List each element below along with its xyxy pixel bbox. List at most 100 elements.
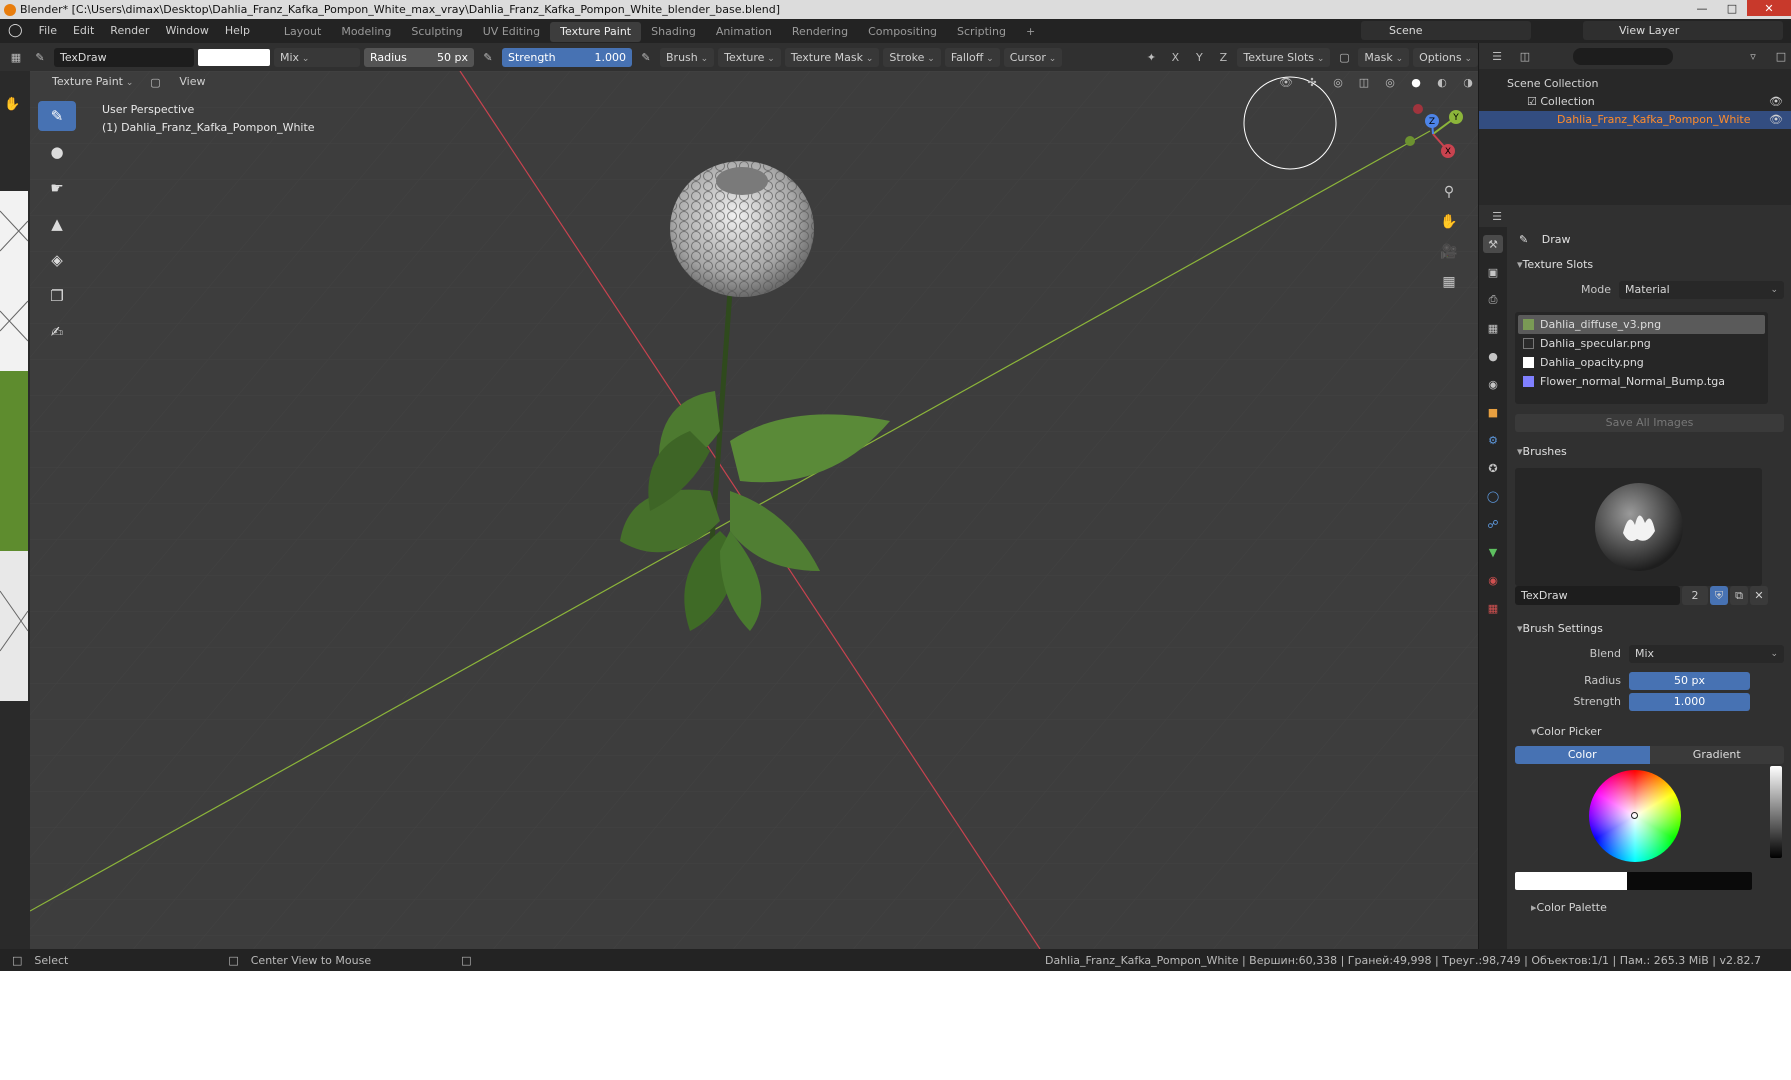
blend-dropdown[interactable]: Mix [274,47,360,67]
modifier-tab-icon[interactable]: ⚙ [1483,431,1503,449]
brush-name-input[interactable]: TexDraw [1515,586,1680,605]
options-dropdown[interactable]: Options [1413,47,1478,67]
menu-window[interactable]: Window [157,19,216,43]
3d-viewport[interactable]: Texture Paint ▢ View 👁 ✣ ◎ ◫ ◎ ● ◐ ◑ ✎ ●… [30,71,1478,949]
tab-shading[interactable]: Shading [641,22,706,42]
outliner-object[interactable]: Dahlia_Franz_Kafka_Pompon_White 👁 [1479,111,1791,129]
brush-color-swatch[interactable] [198,48,270,66]
menu-file[interactable]: File [31,19,65,43]
color-tab[interactable]: Color [1515,746,1650,764]
brush-users-count[interactable]: 2 [1682,586,1708,605]
texture-slots-panel-header[interactable]: Texture Slots [1509,253,1791,277]
radius-pressure-icon[interactable]: ✎ [478,48,498,67]
color-wheel[interactable] [1589,770,1681,862]
brush-settings-panel-header[interactable]: Brush Settings [1509,617,1791,641]
menu-stroke[interactable]: Stroke [883,47,941,67]
mask-checkbox[interactable]: ▢ [1334,48,1354,67]
display-mode-icon[interactable]: ◫ [1515,47,1535,66]
shading-material-icon[interactable]: ◐ [1432,73,1452,92]
object-tab-icon[interactable]: ■ [1483,403,1503,421]
tab-animation[interactable]: Animation [706,22,782,42]
menu-texture[interactable]: Texture [718,47,781,67]
texture-slot-item[interactable]: Dahlia_diffuse_v3.png [1518,315,1765,334]
tab-compositing[interactable]: Compositing [858,22,947,42]
color-picker-panel-header[interactable]: Color Picker [1509,720,1791,744]
outliner-editor-icon[interactable]: ☰ [1487,47,1507,66]
tab-layout[interactable]: Layout [274,22,331,42]
ortho-grid-icon[interactable]: ▦ [1436,269,1462,295]
menu-falloff[interactable]: Falloff [944,47,1000,67]
zoom-icon[interactable]: ⚲ [1436,179,1462,205]
texture-slot-item[interactable]: Flower_normal_Normal_Bump.tga [1518,372,1765,391]
properties-editor-icon[interactable]: ☰ [1487,207,1507,226]
camera-icon[interactable]: 🎥 [1436,239,1462,265]
overlay-toggle-icon[interactable]: ◎ [1328,73,1348,92]
new-collection-icon[interactable]: □ [1771,47,1791,66]
mode-dropdown[interactable]: Texture Paint [32,73,139,91]
mask-dropdown[interactable]: Mask [1358,47,1410,67]
outliner-collection[interactable]: ☑ Collection 👁 [1479,93,1791,111]
filter-icon[interactable]: ▿ [1743,47,1763,66]
color-palette-panel-header[interactable]: Color Palette [1509,896,1791,920]
menu-help[interactable]: Help [217,19,258,43]
data-tab-icon[interactable]: ▼ [1483,543,1503,561]
collection-checkbox[interactable]: ☑ [1527,95,1540,108]
unlink-brush-icon[interactable]: ✕ [1750,586,1768,605]
radius-slider-props[interactable]: 50 px [1629,671,1750,690]
mirror-x-toggle[interactable]: X [1165,48,1185,67]
gizmo-toggle-icon[interactable]: ✣ [1302,73,1322,92]
slot-list-resize-handle[interactable] [1518,391,1765,401]
material-tab-icon[interactable]: ◉ [1483,571,1503,589]
brush-preview[interactable] [1515,468,1762,586]
soften-tool-button[interactable]: ● [38,137,76,167]
menu-render[interactable]: Render [102,19,157,43]
tab-modeling[interactable]: Modeling [331,22,401,42]
texture-slot-item[interactable]: Dahlia_opacity.png [1518,353,1765,372]
world-tab-icon[interactable]: ◉ [1483,375,1503,393]
draw-tool-button[interactable]: ✎ [38,101,76,131]
editor-type-icon[interactable]: ▦ [6,48,26,67]
texture-slots-dropdown[interactable]: Texture Slots [1237,47,1331,67]
tab-uv-editing[interactable]: UV Editing [473,22,550,42]
shading-rendered-icon[interactable]: ◑ [1458,73,1478,92]
radius-slider[interactable]: Radius 50 px [364,47,474,67]
tab-sculpting[interactable]: Sculpting [401,22,472,42]
add-workspace-button[interactable]: + [1016,22,1045,42]
hand-icon[interactable]: ✋ [4,97,20,112]
menu-brush[interactable]: Brush [660,47,715,67]
blender-menu-icon[interactable]: ◯ [0,19,31,43]
outliner-scene-collection[interactable]: Scene Collection [1479,75,1791,93]
duplicate-brush-icon[interactable]: ⧉ [1730,586,1748,605]
render-tab-icon[interactable]: ▣ [1483,263,1503,281]
mask-tool-button[interactable]: ❐ [38,281,76,311]
save-all-images-button[interactable]: Save All Images [1515,414,1784,432]
maximize-button[interactable]: □ [1717,0,1747,16]
menu-edit[interactable]: Edit [65,19,102,43]
visibility-icon[interactable]: 👁 [1276,73,1296,92]
brush-tool-icon[interactable]: ✎ [30,48,50,67]
mirror-y-toggle[interactable]: Y [1189,48,1209,67]
menu-cursor[interactable]: Cursor [1003,47,1063,67]
xray-toggle-icon[interactable]: ◫ [1354,73,1374,92]
texture-tab-icon[interactable]: ▦ [1483,599,1503,617]
minimize-button[interactable]: — [1687,0,1717,16]
shading-wireframe-icon[interactable]: ◎ [1380,73,1400,92]
tool-tab-icon[interactable]: ⚒ [1483,235,1503,253]
tab-scripting[interactable]: Scripting [947,22,1016,42]
tab-texture-paint[interactable]: Texture Paint [550,22,642,42]
gradient-tab[interactable]: Gradient [1649,746,1784,764]
annotate-tool-button[interactable]: ✍ [38,317,76,347]
scene-selector[interactable]: Scene [1361,21,1531,40]
mirror-z-toggle[interactable]: Z [1213,48,1233,67]
primary-color-swatch[interactable] [1515,872,1627,890]
collection-eye-icon[interactable]: 👁 [1769,93,1783,111]
particles-tab-icon[interactable]: ✪ [1483,459,1503,477]
menu-view[interactable]: View [171,71,213,94]
tab-rendering[interactable]: Rendering [782,22,858,42]
pan-hand-icon[interactable]: ✋ [1436,209,1462,235]
view-options-icon[interactable]: ▢ [145,73,165,92]
secondary-color-swatch[interactable] [1627,872,1752,890]
scene-tab-icon[interactable]: ● [1483,347,1503,365]
output-tab-icon[interactable]: ⎙ [1483,291,1503,309]
strength-pressure-icon[interactable]: ✎ [636,48,656,67]
